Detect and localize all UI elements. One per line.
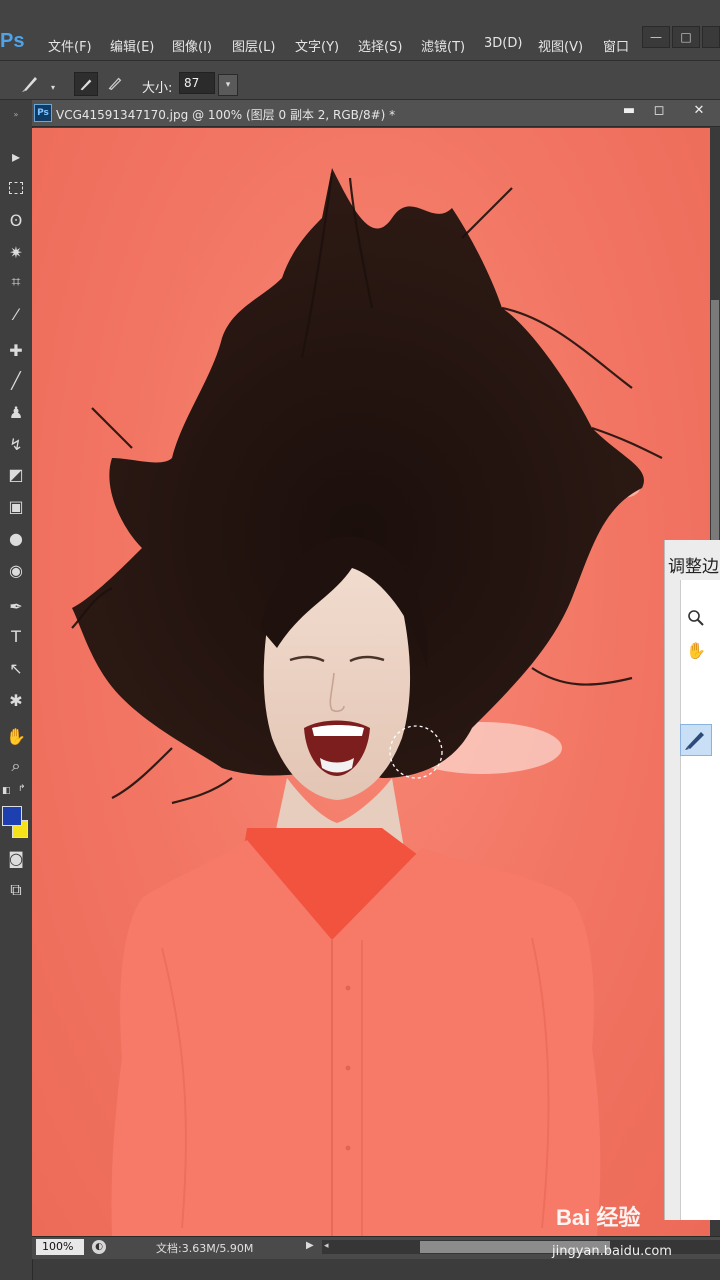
close-icon: ✕	[693, 102, 705, 118]
menu-file[interactable]: 文件(F)	[48, 36, 92, 55]
document-size-info: 文档:3.63M/5.90M	[156, 1242, 254, 1255]
refine-edge-tools	[680, 580, 720, 1220]
menu-edit[interactable]: 编辑(E)	[110, 36, 154, 55]
doc-maximize-button[interactable]: ◻	[644, 100, 674, 120]
pen-tool-icon[interactable]: ✒	[4, 594, 28, 618]
doc-close-button[interactable]: ✕	[684, 100, 714, 120]
menu-layer[interactable]: 图层(L)	[232, 36, 275, 55]
baidu-watermark-logo: Bai 经验	[556, 1205, 641, 1230]
menu-3d[interactable]: 3D(D)	[484, 36, 522, 51]
gradient-tool-icon[interactable]: ▣	[4, 494, 28, 518]
erase-refinements-tool-button[interactable]	[104, 72, 126, 94]
brush-preset-dropdown[interactable]: ▾	[48, 76, 58, 98]
brush-icon	[22, 77, 37, 92]
move-tool-icon[interactable]: ▸	[4, 144, 28, 168]
photo-artwork	[71, 168, 663, 1236]
crop-tool-icon[interactable]: ⌗	[4, 270, 28, 294]
menu-window[interactable]: 窗口	[603, 36, 629, 55]
custom-shape-tool-icon[interactable]: ✱	[4, 688, 28, 712]
vertical-scroll-thumb[interactable]	[711, 300, 719, 540]
brush-icon	[685, 732, 704, 750]
menu-type[interactable]: 文字(Y)	[295, 36, 339, 55]
scroll-left-icon[interactable]: ◂	[324, 1241, 329, 1251]
refine-brush-icon	[80, 79, 92, 91]
magic-wand-tool-icon[interactable]: ✷	[4, 240, 28, 264]
default-colors-icon[interactable]: ◧	[2, 786, 14, 798]
menu-image[interactable]: 图像(I)	[172, 36, 212, 55]
history-brush-tool-icon[interactable]: ↯	[4, 432, 28, 456]
maximize-icon: ◻	[653, 102, 665, 118]
menu-select[interactable]: 选择(S)	[358, 36, 402, 55]
menu-filter[interactable]: 滤镜(T)	[421, 36, 465, 55]
brush-size-input[interactable]: 87	[179, 72, 215, 94]
brush-size-label: 大小:	[142, 81, 173, 96]
screen-mode-icon[interactable]: ⧉	[4, 878, 28, 902]
refine-edge-dialog-title: 调整边	[668, 557, 719, 577]
app-close-button[interactable]	[702, 26, 720, 48]
status-info-icon[interactable]: ◐	[92, 1240, 106, 1254]
swap-colors-icon[interactable]: ↱	[18, 784, 30, 796]
chevron-down-icon: ▾	[225, 80, 231, 90]
baidu-watermark-url: jingyan.baidu.com	[552, 1244, 672, 1259]
hand-tool-icon[interactable]: ✋	[4, 724, 28, 748]
maximize-icon: □	[680, 30, 692, 44]
hand-icon[interactable]: ✋	[684, 638, 708, 662]
dodge-tool-icon[interactable]: ◉	[4, 558, 28, 582]
foreground-color-swatch[interactable]	[2, 806, 22, 826]
brush-size-dropdown[interactable]: ▾	[218, 74, 238, 96]
brush-tool-icon[interactable]: ╱	[4, 368, 28, 392]
minimize-icon: ▬	[622, 102, 636, 118]
marquee-tool-icon[interactable]	[4, 176, 28, 200]
lasso-tool-icon[interactable]: ʘ	[4, 208, 28, 232]
doc-minimize-button[interactable]: ▬	[614, 100, 644, 120]
refine-radius-brush-button[interactable]	[680, 724, 712, 756]
zoom-icon[interactable]	[684, 606, 708, 630]
erase-refinements-icon	[108, 77, 122, 91]
blur-tool-icon[interactable]: ●	[4, 526, 28, 550]
document-canvas[interactable]	[32, 128, 710, 1236]
tools-collapse-handle[interactable]: »	[0, 110, 32, 120]
clone-stamp-tool-icon[interactable]: ♟	[4, 400, 28, 424]
minimize-icon: —	[650, 30, 662, 44]
menu-view[interactable]: 视图(V)	[538, 36, 583, 55]
photoshop-logo: Ps	[0, 30, 25, 52]
app-minimize-button[interactable]: —	[642, 26, 670, 48]
path-selection-tool-icon[interactable]: ↖	[4, 656, 28, 680]
status-menu-arrow-icon[interactable]: ▶	[306, 1240, 314, 1251]
zoom-level-field[interactable]: 100%	[36, 1239, 84, 1255]
app-maximize-button[interactable]: □	[672, 26, 700, 48]
eraser-tool-icon[interactable]: ◩	[4, 462, 28, 486]
brush-preset-icon[interactable]	[20, 72, 42, 94]
document-title[interactable]: VCG41591347170.jpg @ 100% (图层 0 副本 2, RG…	[56, 106, 395, 123]
quick-mask-icon[interactable]: ◙	[4, 846, 28, 870]
refine-radius-tool-button[interactable]	[74, 72, 98, 96]
ps-document-icon: Ps	[34, 104, 52, 122]
zoom-tool-icon[interactable]: ⌕	[4, 754, 28, 778]
eyedropper-tool-icon[interactable]: ⁄	[4, 302, 28, 326]
magnifier-icon	[688, 610, 704, 626]
type-tool-icon[interactable]: T	[4, 624, 28, 648]
healing-brush-tool-icon[interactable]: ✚	[4, 338, 28, 362]
